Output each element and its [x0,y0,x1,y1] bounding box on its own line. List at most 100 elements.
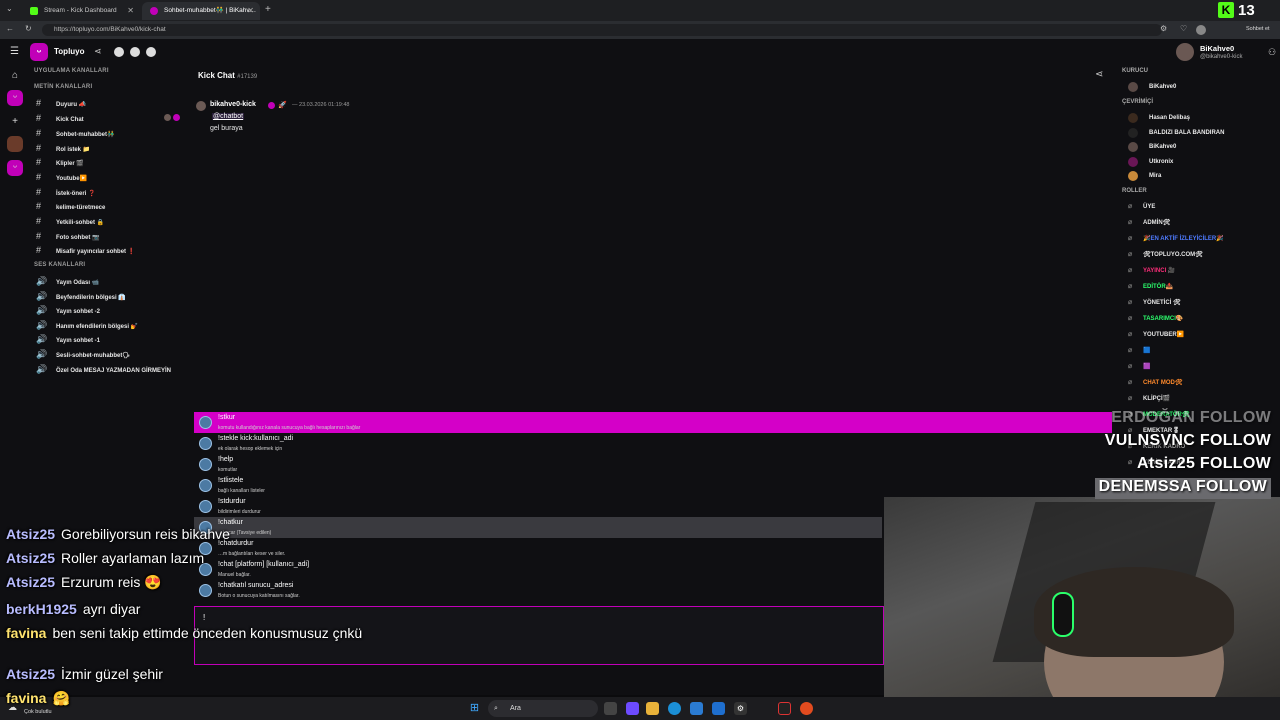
role-name: 🛠TOPLUYO.COM🛠 [1143,252,1203,258]
new-tab-button[interactable]: + [265,4,271,15]
close-tab-icon[interactable]: ✕ [247,2,254,20]
follow-alert: ERDOĞAN FOLLOW [1111,409,1271,426]
members-toggle-icon[interactable]: ⚇ [1268,47,1276,58]
voice-channel-item[interactable]: 🔊 Yayın sohbet -1 [36,332,188,346]
roles-heading: ROLLER [1122,188,1147,194]
add-server-icon[interactable]: + [7,114,23,130]
role-name: TASARIMCI🎨 [1143,316,1184,322]
channel-item[interactable]: # Sohbet-muhabbet👬 [36,126,188,140]
hash-icon: # [36,216,42,226]
share-icon[interactable]: ⋖ [94,46,102,57]
windows-start-icon[interactable]: ⊞ [468,702,481,715]
sohbet-et-button[interactable]: Sohbet et [1246,26,1270,32]
favorites-icon[interactable]: ♡ [1180,24,1187,33]
channel-item[interactable]: # Klipler 🎬 [36,155,188,169]
command-suggestion[interactable]: !help komutlar [194,454,882,475]
app-icon-red[interactable] [778,702,791,715]
webcam-feed [884,497,1280,720]
copilot-icon[interactable] [626,702,639,715]
task-view-icon[interactable] [604,702,617,715]
role-name: ÜYE [1143,204,1156,210]
channel-label: İstek-öneri ❓ [56,191,96,197]
message-mention[interactable]: @chatbot [212,113,245,120]
channel-item[interactable]: # Rol istek 📁 [36,141,188,155]
voice-channel-item[interactable]: 🔊 Beyfendilerin bölgesi 👔 [36,289,188,303]
channel-item[interactable]: # Kick Chat [36,111,188,125]
bot-avatar-icon [199,479,212,492]
command-suggestion[interactable]: !stlistele bağlı kanalları listeler [194,475,882,496]
store-icon[interactable] [690,702,703,715]
role-icon: ⌀ [1128,347,1133,354]
chat-title-text: Kick Chat [198,71,235,80]
profile-icon[interactable] [1196,25,1206,35]
role-name: 🎉EN AKTİF İZLEYİCİLER🎉 [1143,236,1224,242]
channel-item[interactable]: # Duyuru 📣 [36,96,188,110]
role-icon: ⌀ [1128,251,1133,258]
bot-avatar-icon [199,416,212,429]
channel-item[interactable]: # İstek-öneri ❓ [36,185,188,199]
weather-text[interactable]: Çok bulutlu [24,709,52,715]
taskbar-search[interactable]: ⌕ Ara [488,700,598,717]
social-icon-3[interactable] [146,47,156,57]
voice-channel-item[interactable]: 🔊 Yayın Odası 📹 [36,274,188,288]
command-suggestion[interactable]: !stekle kick:kullanıcı_adi ek olarak heso… [194,433,882,454]
channel-item[interactable]: # Misafir yayıncılar sohbet ❗ [36,243,188,257]
hash-icon: # [36,157,42,167]
overlay-chat-text: 🤗 [52,690,70,706]
channel-label: kelime-türetmece [56,205,106,211]
channel-item[interactable]: # Yetkili-sohbet 🔒 [36,214,188,228]
avatar [1128,157,1138,167]
tab-label: Stream - Kick Dashboard [44,7,117,14]
avatar [1128,128,1138,138]
obs-icon[interactable] [800,702,813,715]
section-app-channels: UYGULAMA KANALLARI [34,68,109,74]
server-icon-3[interactable]: ᵕ [7,160,23,176]
url-field[interactable]: https://topluyo.com/BiKahve0/kick-chat [42,24,1162,36]
channel-item[interactable]: # kelime-türetmece [36,199,188,213]
hash-icon: # [36,128,42,138]
bot-avatar-icon [199,458,212,471]
kick-social-icon[interactable] [130,47,140,57]
mail-icon[interactable] [712,702,725,715]
current-user-card[interactable]: BiKahve0 @bikahve0-kick ⚇ [1176,41,1280,63]
avatar[interactable] [196,101,206,111]
command-suggestion[interactable]: !stkur komutu kullandığınız kanala sunucu… [194,412,1112,433]
tab-menu-icon[interactable]: ⌄ [6,4,13,13]
server-icon-2[interactable] [7,136,23,152]
server-icon-topluyo[interactable]: ᵕ [7,90,23,106]
file-explorer-icon[interactable] [646,702,659,715]
hamburger-menu-icon[interactable]: ☰ [10,46,19,57]
edge-icon[interactable] [668,702,681,715]
close-tab-icon[interactable]: ✕ [127,2,134,20]
role-icon: ⌀ [1128,235,1133,242]
social-icon-1[interactable] [114,47,124,57]
voice-channel-item[interactable]: 🔊 Hanım efendilerin bölgesi 💅 [36,318,188,332]
command-name: !help [218,456,234,463]
voice-channel-item[interactable]: 🔊 Sesli-sohbet-muhabbet🗣 [36,347,188,361]
role-name: YÖNETİCİ 🛠 [1143,300,1181,306]
settings-icon[interactable]: ⚙ [734,702,747,715]
command-suggestion[interactable]: !stdurdur bildirimleri durdurur [194,496,882,517]
bot-avatar-icon [199,500,212,513]
back-icon[interactable]: ← [6,24,14,33]
tab-topluyo[interactable]: Sohbet-muhabbet👬 | BiKahv… ✕ [142,2,260,20]
reload-icon[interactable]: ↻ [25,24,32,33]
voice-channel-item[interactable]: 🔊 Yayın sohbet -2 [36,303,188,317]
channel-item[interactable]: # Foto sohbet 📷 [36,229,188,243]
home-icon[interactable]: ⌂ [7,68,23,84]
role-icon: ⌀ [1128,267,1133,274]
message-author[interactable]: bikahve0-kick [210,101,256,108]
extensions-icon[interactable]: ⚙ [1160,24,1167,33]
section-voice-channels: SES KANALLARI [34,262,86,268]
message-time: — 23.03.2026 01:19:48 [292,102,350,108]
speaker-icon: 🔊 [36,276,48,286]
command-description: Botun o sunucuya katılmasını sağlar. [218,593,300,599]
hash-icon: # [36,98,42,108]
hash-icon: # [36,231,42,241]
tab-kick-dashboard[interactable]: Stream - Kick Dashboard ✕ [22,2,140,20]
channel-item[interactable]: # Youtube▶️ [36,170,188,184]
command-name: !chatkur [218,519,243,526]
hash-icon: # [36,245,42,255]
share-icon[interactable]: ⋖ [1095,69,1103,80]
voice-channel-item[interactable]: 🔊 Özel Oda MESAJ YAZMADAN GİRMEYİN [36,362,188,376]
